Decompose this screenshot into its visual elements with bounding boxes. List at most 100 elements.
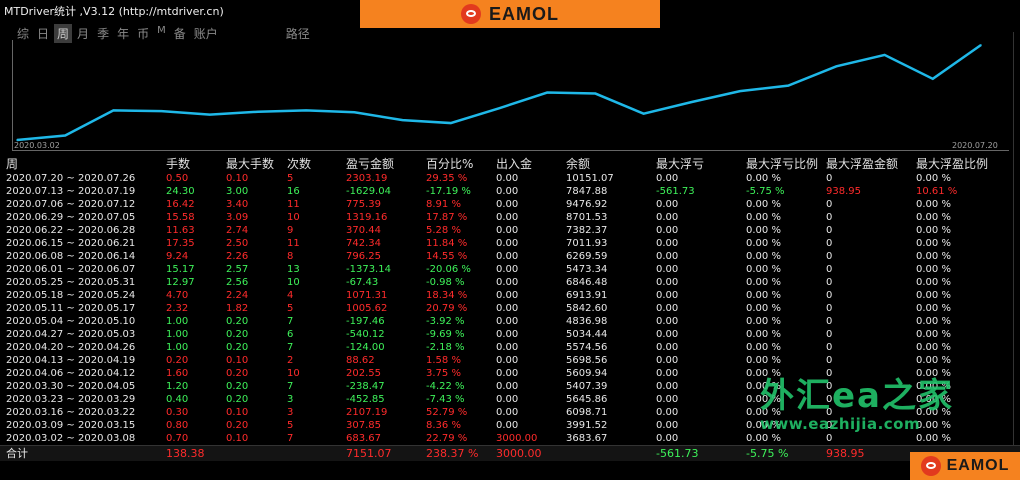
table-cell: 2.50 — [226, 238, 249, 249]
header-cell: 最大浮亏 — [656, 157, 705, 171]
table-cell: 2020.06.08 ~ 2020.06.14 — [6, 251, 136, 262]
balance-point-2 — [112, 109, 115, 112]
table-cell: 2020.06.22 ~ 2020.06.28 — [6, 225, 136, 236]
table-cell: 0.20 — [226, 420, 249, 431]
table-cell: 0.00 % — [746, 225, 781, 236]
table-cell: 3 — [287, 407, 294, 418]
table-cell: 1.20 — [166, 381, 189, 392]
table-cell: 0.40 — [166, 394, 189, 405]
table-cell: 11 — [287, 199, 300, 210]
table-cell: 0.70 — [166, 433, 189, 444]
table-cell: 0.00 % — [916, 329, 951, 340]
table-cell: 0.00 % — [746, 264, 781, 275]
balance-point-19 — [932, 78, 934, 80]
table-cell: 2020.03.23 ~ 2020.03.29 — [6, 394, 136, 405]
balance-line-chart — [16, 43, 982, 142]
balance-point-1 — [64, 134, 66, 137]
table-cell: 8.36 % — [426, 420, 461, 431]
table-cell: 938.95 — [826, 186, 861, 197]
table-cell: 5 — [287, 173, 294, 184]
table-cell: 0.00 % — [916, 303, 951, 314]
table-cell: 10 — [287, 368, 300, 379]
table-row[interactable]: 2020.04.27 ~ 2020.05.03 1.00 0.20 6 -540.12 -… — [0, 328, 1020, 341]
table-cell: 16 — [287, 186, 300, 197]
table-cell: 2.56 — [226, 277, 249, 288]
table-cell: 0 — [826, 342, 833, 353]
table-cell: 7 — [287, 433, 294, 444]
table-cell: 0.00 % — [746, 251, 781, 262]
table-row[interactable]: 2020.04.13 ~ 2020.04.19 0.20 0.10 2 88.62 1.5… — [0, 354, 1020, 367]
table-cell: -5.75 % — [746, 186, 785, 197]
table-cell: 0 — [826, 277, 833, 288]
brand-name-bottom: EAMOL — [946, 457, 1010, 474]
table-cell: 52.79 % — [426, 407, 468, 418]
table-cell: 0 — [826, 316, 833, 327]
table-row[interactable]: 2020.06.01 ~ 2020.06.07 15.17 2.57 13 -1373.… — [0, 263, 1020, 276]
table-cell: -452.85 — [346, 394, 385, 405]
table-cell: 8701.53 — [566, 212, 608, 223]
table-cell: 0.00 — [496, 251, 519, 262]
table-cell: 0.00 % — [916, 199, 951, 210]
balance-point-15 — [739, 90, 741, 92]
table-cell: 11.84 % — [426, 238, 468, 249]
table-cell: 0 — [826, 225, 833, 236]
table-cell: 0.00 % — [916, 238, 951, 249]
table-cell: 0.00 — [656, 407, 679, 418]
table-cell: 2020.04.27 ~ 2020.05.03 — [6, 329, 136, 340]
table-cell: 0.00 — [496, 173, 519, 184]
table-cell: 4 — [287, 290, 294, 301]
table-row[interactable]: 2020.03.02 ~ 2020.03.08 0.70 0.10 7 683.67 22… — [0, 432, 1020, 445]
table-cell: 7847.88 — [566, 186, 608, 197]
table-cell: 5842.60 — [566, 303, 608, 314]
table-cell: 5645.86 — [566, 394, 608, 405]
table-cell: 0.00 — [656, 212, 679, 223]
table-cell: 202.55 — [346, 368, 381, 379]
header-cell: 最大手数 — [226, 157, 275, 171]
table-row[interactable]: 2020.07.20 ~ 2020.07.26 0.50 0.10 5 2303.19 2… — [0, 172, 1020, 185]
table-row[interactable]: 2020.06.29 ~ 2020.07.05 15.58 3.09 10 1319.1… — [0, 211, 1020, 224]
table-row[interactable]: 2020.06.22 ~ 2020.06.28 11.63 2.74 9 370.44 5… — [0, 224, 1020, 237]
table-row[interactable]: 2020.05.04 ~ 2020.05.10 1.00 0.20 7 -197.46 -… — [0, 315, 1020, 328]
table-row[interactable]: 2020.05.25 ~ 2020.05.31 12.97 2.56 10 -67.43… — [0, 276, 1020, 289]
table-cell: 0.00 % — [916, 342, 951, 353]
balance-point-12 — [594, 92, 597, 95]
table-cell: 0.00 — [496, 186, 519, 197]
table-cell: 0 — [826, 290, 833, 301]
balance-point-11 — [546, 91, 548, 94]
table-cell: 0.00 % — [916, 212, 951, 223]
table-cell: 4.70 — [166, 290, 189, 301]
table-cell: 7 — [287, 316, 294, 327]
table-cell: 24.30 — [166, 186, 195, 197]
table-cell: 0.00 — [656, 329, 679, 340]
table-cell: 10.61 % — [916, 186, 958, 197]
table-cell: 0.00 % — [916, 251, 951, 262]
table-cell: 1.00 — [166, 329, 189, 340]
table-cell: 9.24 — [166, 251, 189, 262]
watermark-title: 外汇ea之家 — [760, 376, 955, 416]
table-row[interactable]: 2020.06.15 ~ 2020.06.21 17.35 2.50 11 742.34… — [0, 237, 1020, 250]
table-row[interactable]: 2020.07.13 ~ 2020.07.19 24.30 3.00 16 -1629.… — [0, 185, 1020, 198]
table-cell: 796.25 — [346, 251, 381, 262]
balance-point-20 — [980, 44, 982, 46]
total-max_dd: -561.73 — [656, 447, 699, 460]
table-row[interactable]: 2020.05.11 ~ 2020.05.17 2.32 1.82 5 1005.62 2… — [0, 302, 1020, 315]
table-cell: 0.00 % — [746, 316, 781, 327]
table-cell: 16.42 — [166, 199, 195, 210]
table-row[interactable]: 2020.05.18 ~ 2020.05.24 4.70 2.24 4 1071.31 1… — [0, 289, 1020, 302]
table-row[interactable]: 2020.07.06 ~ 2020.07.12 16.42 3.40 11 775.39… — [0, 198, 1020, 211]
table-cell: 0.00 % — [916, 355, 951, 366]
table-cell: 0 — [826, 212, 833, 223]
table-cell: 2.24 — [226, 290, 249, 301]
table-cell: 11.63 — [166, 225, 195, 236]
table-cell: 1071.31 — [346, 290, 388, 301]
balance-point-8 — [401, 119, 404, 121]
table-row[interactable]: 2020.04.20 ~ 2020.04.26 1.00 0.20 7 -124.00 -… — [0, 341, 1020, 354]
table-row[interactable]: 2020.06.08 ~ 2020.06.14 9.24 2.26 8 796.25 14… — [0, 250, 1020, 263]
table-cell: 2020.07.13 ~ 2020.07.19 — [6, 186, 136, 197]
brand-name: EAMOL — [489, 3, 559, 24]
table-cell: 0.00 — [496, 329, 519, 340]
table-cell: 0.00 % — [746, 342, 781, 353]
table-cell: 2020.07.20 ~ 2020.07.26 — [6, 173, 136, 184]
table-cell: 0.00 % — [746, 355, 781, 366]
table-cell: 0.00 — [656, 381, 679, 392]
